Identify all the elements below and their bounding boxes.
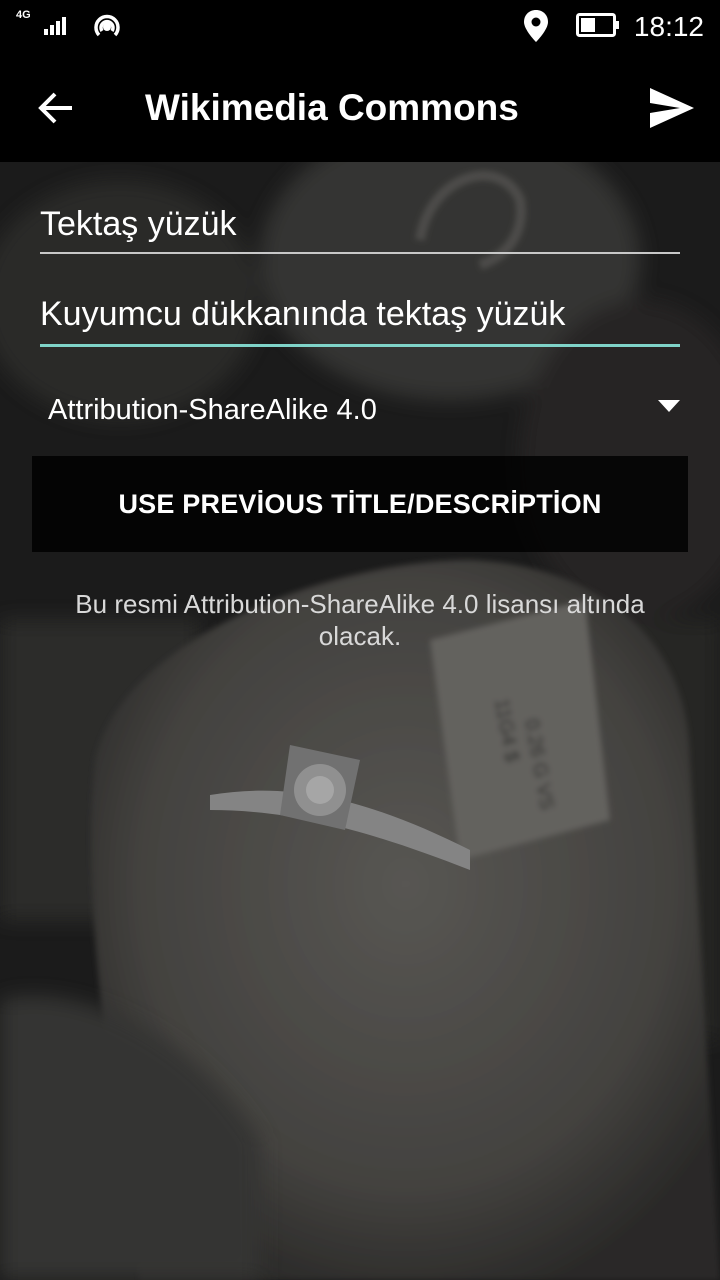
description-input[interactable]: Kuyumcu dükkanında tektaş yüzük <box>40 292 680 347</box>
license-selected-value: Attribution-ShareAlike 4.0 <box>48 394 377 426</box>
send-button[interactable] <box>640 80 704 136</box>
send-icon <box>650 88 694 128</box>
arrow-left-icon <box>38 92 72 124</box>
back-button[interactable] <box>24 84 88 132</box>
description-input-value: Kuyumcu dükkanında tektaş yüzük <box>40 295 566 333</box>
license-dropdown[interactable]: Attribution-ShareAlike 4.0 <box>40 384 680 436</box>
network-type-label: 4G <box>16 9 31 21</box>
use-previous-button[interactable]: USE PREVİOUS TİTLE/DESCRİPTİON <box>32 456 688 552</box>
page-title: Wikimedia Commons <box>145 87 519 128</box>
clock: 18:12 <box>633 11 704 42</box>
hotspot-icon <box>94 14 120 37</box>
title-input[interactable]: Tektaş yüzük <box>40 202 680 254</box>
title-input-value: Tektaş yüzük <box>40 205 237 243</box>
status-bar: 4G 18:12 <box>0 0 720 54</box>
dropdown-arrow-icon <box>658 400 680 412</box>
battery-icon <box>576 13 619 37</box>
location-icon <box>524 10 548 42</box>
use-previous-label: USE PREVİOUS TİTLE/DESCRİPTİON <box>118 488 602 519</box>
signal-icon <box>44 17 66 35</box>
license-note: Bu resmi Attribution-ShareAlike 4.0 lisa… <box>75 589 645 651</box>
app-toolbar: Wikimedia Commons <box>0 54 720 162</box>
